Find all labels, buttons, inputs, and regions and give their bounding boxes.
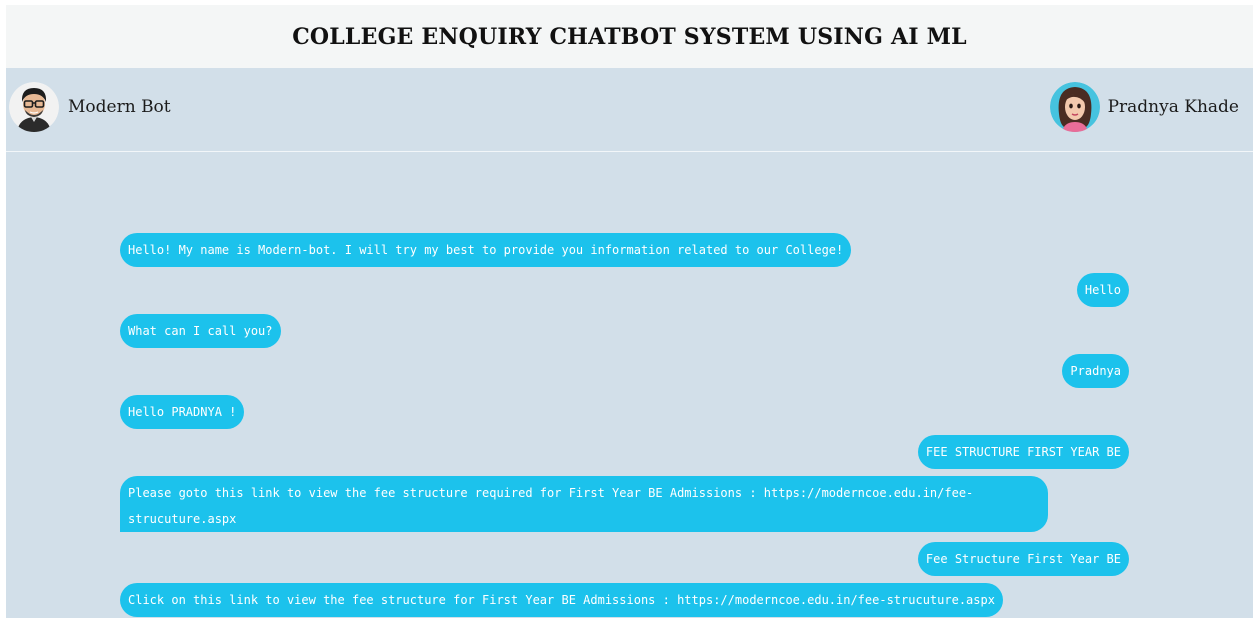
user-name: Pradnya Khade <box>1107 97 1239 117</box>
bot-name: Modern Bot <box>68 97 171 117</box>
bot-message: Click on this link to view the fee struc… <box>120 583 1003 617</box>
title-bar: COLLEGE ENQUIRY CHATBOT SYSTEM USING AI … <box>6 5 1253 68</box>
chat-messages: Hello! My name is Modern-bot. I will try… <box>6 152 1253 618</box>
user-message: Pradnya <box>1062 354 1129 388</box>
page-title: COLLEGE ENQUIRY CHATBOT SYSTEM USING AI … <box>292 23 967 50</box>
bot-message: Hello PRADNYA ! <box>120 395 245 429</box>
user-message: Fee Structure First Year BE <box>917 542 1129 576</box>
user-message: Hello <box>1076 273 1129 307</box>
user-profile: Pradnya Khade <box>1049 79 1239 135</box>
bot-message: Hello! My name is Modern-bot. I will try… <box>120 233 852 267</box>
bot-avatar-icon <box>9 82 59 132</box>
user-avatar-icon <box>1049 82 1100 132</box>
participants-bar: Modern Bot Pradnya Khade <box>6 68 1253 152</box>
user-message: FEE STRUCTURE FIRST YEAR BE <box>917 435 1129 469</box>
bot-message: Please goto this link to view the fee st… <box>120 476 1048 532</box>
bot-message: What can I call you? <box>120 314 281 348</box>
chatbot-window: COLLEGE ENQUIRY CHATBOT SYSTEM USING AI … <box>6 5 1253 618</box>
bot-profile: Modern Bot <box>9 79 171 135</box>
